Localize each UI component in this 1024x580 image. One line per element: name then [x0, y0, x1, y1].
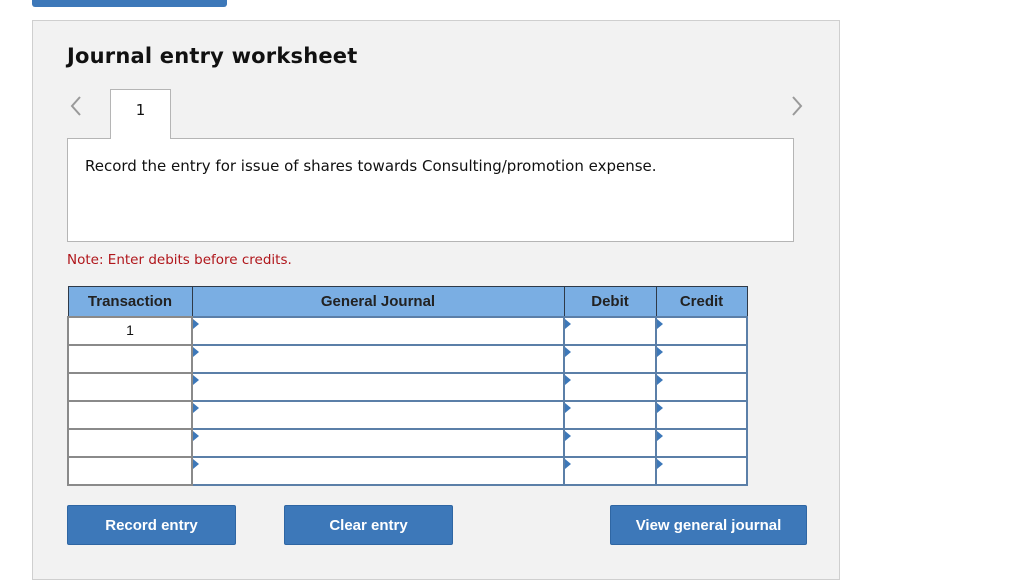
header-credit: Credit	[655, 286, 748, 317]
tab-entry-1[interactable]: 1	[110, 89, 171, 139]
journal-table: Transaction General Journal Debit Credit…	[67, 286, 748, 486]
table-row: 1	[67, 315, 748, 346]
transaction-cell	[67, 455, 193, 486]
clear-entry-button[interactable]: Clear entry	[284, 505, 453, 545]
debit-input[interactable]	[563, 455, 657, 486]
credit-input[interactable]	[655, 315, 748, 346]
account-dropdown[interactable]	[191, 315, 565, 346]
debit-input[interactable]	[563, 427, 657, 458]
record-entry-button[interactable]: Record entry	[67, 505, 236, 545]
debit-input[interactable]	[563, 371, 657, 402]
chevron-right-icon	[792, 96, 803, 116]
debit-input[interactable]	[563, 315, 657, 346]
debit-input[interactable]	[563, 399, 657, 430]
account-dropdown[interactable]	[191, 427, 565, 458]
account-dropdown[interactable]	[191, 343, 565, 374]
table-row	[67, 427, 748, 458]
chevron-left-icon	[70, 96, 81, 116]
note-text: Note: Enter debits before credits.	[67, 252, 292, 268]
transaction-cell: 1	[67, 315, 193, 346]
header-transaction: Transaction	[67, 286, 193, 317]
page-title: Journal entry worksheet	[67, 44, 358, 68]
previous-entry-button[interactable]	[66, 94, 86, 118]
account-dropdown[interactable]	[191, 371, 565, 402]
transaction-cell	[67, 399, 193, 430]
credit-input[interactable]	[655, 427, 748, 458]
transaction-cell	[67, 343, 193, 374]
table-row	[67, 455, 748, 486]
table-header-row: Transaction General Journal Debit Credit	[67, 286, 748, 317]
table-row	[67, 399, 748, 430]
account-dropdown[interactable]	[191, 399, 565, 430]
table-row	[67, 343, 748, 374]
credit-input[interactable]	[655, 455, 748, 486]
view-general-journal-button[interactable]: View general journal	[610, 505, 807, 545]
header-general-journal: General Journal	[191, 286, 565, 317]
instruction-text: Record the entry for issue of shares tow…	[85, 157, 657, 175]
transaction-cell	[67, 427, 193, 458]
account-dropdown[interactable]	[191, 455, 565, 486]
credit-input[interactable]	[655, 371, 748, 402]
debit-input[interactable]	[563, 343, 657, 374]
table-row	[67, 371, 748, 402]
next-entry-button[interactable]	[787, 94, 807, 118]
instruction-box: Record the entry for issue of shares tow…	[67, 138, 794, 242]
credit-input[interactable]	[655, 343, 748, 374]
credit-input[interactable]	[655, 399, 748, 430]
header-debit: Debit	[563, 286, 657, 317]
transaction-cell	[67, 371, 193, 402]
top-button-edge[interactable]	[32, 0, 227, 7]
